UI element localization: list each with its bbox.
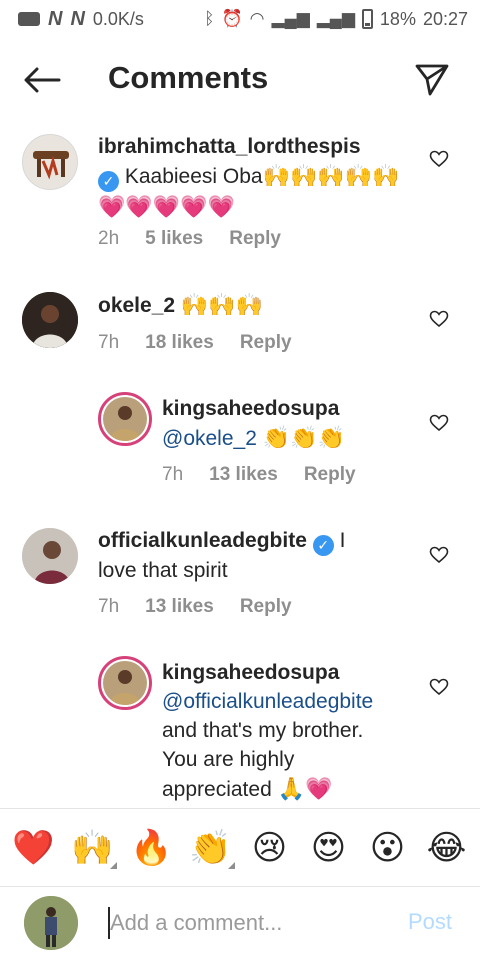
avatar-image	[24, 896, 78, 950]
mention-link[interactable]: @officialkunleadegbite	[162, 690, 373, 713]
reply-button[interactable]: Reply	[240, 332, 292, 354]
my-avatar	[24, 896, 78, 950]
avatar[interactable]	[22, 292, 78, 348]
reaction-heart-eyes[interactable]: 😍	[303, 831, 355, 865]
quick-reaction-bar: ❤️ 🙌 🔥 👏 😢 😍 😮 😂	[0, 808, 480, 886]
comment-username[interactable]: officialkunleadegbite	[98, 529, 307, 552]
heart-outline-icon	[429, 546, 449, 564]
comment-likes[interactable]: 13 likes	[145, 596, 214, 618]
like-button[interactable]	[428, 412, 450, 434]
like-button[interactable]	[428, 308, 450, 330]
arrow-left-icon	[24, 67, 61, 93]
avatar-image	[103, 661, 147, 705]
comment-text: love that spirit	[98, 559, 228, 582]
avatar-image	[22, 292, 78, 348]
comment-likes[interactable]: 18 likes	[145, 332, 214, 354]
clock: 20:27	[422, 8, 468, 29]
message-icon	[18, 12, 40, 26]
like-button[interactable]	[428, 544, 450, 566]
comment-text: and that's my brother.	[162, 719, 364, 742]
signal-icon: ▂▄▆	[316, 9, 355, 28]
comment-time: 7h	[162, 464, 184, 485]
avatar-image	[33, 151, 69, 180]
wifi-icon: ◠	[249, 9, 265, 28]
comment-time: 7h	[98, 332, 120, 353]
heart-outline-icon	[429, 150, 449, 168]
reaction-fire[interactable]: 🔥	[126, 831, 178, 865]
heart-outline-icon	[429, 310, 449, 328]
notification-n-icon: N	[70, 7, 85, 30]
page-title: Comments	[108, 60, 269, 95]
like-button[interactable]	[428, 676, 450, 698]
share-button[interactable]	[410, 60, 454, 100]
verified-badge-icon: ✓	[98, 171, 119, 192]
avatar[interactable]	[98, 392, 152, 446]
avatar[interactable]	[22, 528, 78, 584]
avatar[interactable]	[98, 656, 152, 710]
comment-composer: Post	[0, 886, 480, 960]
reply-button[interactable]: Reply	[304, 464, 356, 486]
battery-icon	[361, 9, 373, 29]
status-bar: N N 0.0K/s ᛒ ⏰ ◠ ▂▄▆ ▂▄▆ 18% 20:27	[0, 0, 480, 38]
reaction-surprised[interactable]: 😮	[362, 831, 414, 865]
comment-text: You are highly	[162, 748, 295, 771]
comment-emojis: 👏👏👏	[262, 425, 345, 450]
heart-outline-icon	[429, 414, 449, 432]
notification-n-icon: N	[48, 7, 63, 30]
comment-likes[interactable]: 13 likes	[209, 464, 278, 486]
reaction-heart[interactable]: ❤️	[8, 831, 60, 865]
avatar-image	[103, 397, 147, 441]
comment-username[interactable]: kingsaheedosupa	[162, 397, 339, 420]
post-button[interactable]: Post	[408, 909, 452, 935]
comment-input[interactable]	[110, 903, 390, 943]
reaction-clapping[interactable]: 👏	[185, 831, 237, 869]
comment-emojis: 🙌🙌🙌🙌🙌	[262, 163, 400, 188]
reaction-laughing[interactable]: 😂	[421, 831, 473, 865]
paper-plane-icon	[415, 64, 449, 96]
back-button[interactable]	[20, 62, 64, 98]
battery-percent: 18%	[379, 8, 416, 29]
reply-button[interactable]: Reply	[240, 596, 292, 618]
variant-indicator-icon	[109, 861, 117, 869]
avatar[interactable]	[22, 134, 78, 190]
comment-username[interactable]: ibrahimchatta_lordthespis	[98, 135, 361, 158]
heart-outline-icon	[429, 678, 449, 696]
variant-indicator-icon	[227, 861, 235, 869]
verified-badge-icon: ✓	[312, 535, 334, 556]
mention-link[interactable]: @okele_2	[162, 427, 257, 450]
header: Comments	[0, 44, 480, 116]
network-speed: 0.0K/s	[92, 8, 144, 29]
reply-button[interactable]: Reply	[229, 228, 281, 250]
alarm-icon: ⏰	[221, 9, 243, 28]
comment-username[interactable]: okele_2	[98, 294, 175, 317]
comment-likes[interactable]: 5 likes	[145, 228, 203, 250]
comment-username[interactable]: kingsaheedosupa	[162, 661, 339, 684]
reaction-crying[interactable]: 😢	[244, 831, 296, 865]
bluetooth-icon: ᛒ	[204, 9, 215, 28]
comment-time: 2h	[98, 228, 120, 249]
avatar-image	[22, 528, 78, 584]
comment-emojis: 💗💗💗💗💗	[98, 194, 235, 219]
comment-emojis: 🙌🙌🙌	[180, 292, 264, 317]
comment-text: Kaabieesi Oba	[124, 165, 263, 188]
signal-icon: ▂▄▆	[271, 9, 310, 28]
comment-text: appreciated	[162, 778, 272, 801]
comment-time: 7h	[98, 596, 120, 617]
like-button[interactable]	[428, 148, 450, 170]
comment-text: I	[339, 529, 346, 552]
comment-emojis: 🙏💗	[277, 776, 333, 801]
reaction-raising-hands[interactable]: 🙌	[67, 831, 119, 869]
